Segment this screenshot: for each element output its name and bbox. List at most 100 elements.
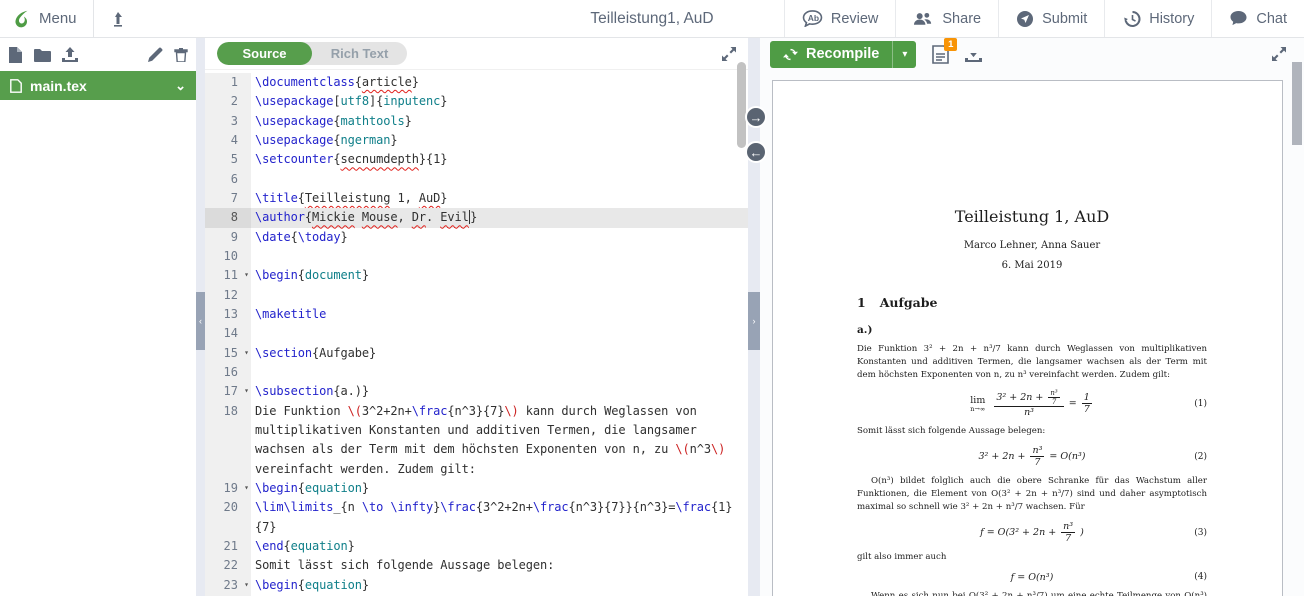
line-number[interactable]: 21: [205, 537, 251, 556]
download-pdf-icon: [965, 46, 982, 62]
line-number[interactable]: 8: [205, 208, 251, 227]
code-line[interactable]: 2\usepackage[utf8]{inputenc}: [205, 92, 748, 111]
pdf-section-heading: 1Aufgabe: [857, 295, 1207, 310]
recompile-button[interactable]: Recompile: [770, 41, 892, 68]
compile-log-button[interactable]: 1: [932, 45, 949, 64]
code-line[interactable]: 17▾\subsection{a.)}: [205, 382, 748, 401]
code-line[interactable]: 19▾\begin{equation}: [205, 479, 748, 498]
code-line[interactable]: 12: [205, 286, 748, 305]
recompile-dropdown-button[interactable]: ▾: [892, 41, 916, 68]
submit-button[interactable]: Submit: [998, 0, 1104, 37]
upload-file-button[interactable]: [62, 47, 78, 62]
line-number[interactable]: 15▾: [205, 344, 251, 363]
equation-number: (2): [1194, 452, 1207, 462]
share-button[interactable]: Share: [895, 0, 998, 37]
editor-scrollbar[interactable]: [737, 62, 746, 148]
line-number[interactable]: 19▾: [205, 479, 251, 498]
sync-to-code-button[interactable]: ←: [745, 141, 767, 163]
tab-source[interactable]: Source: [217, 42, 312, 65]
rename-pencil-icon: [148, 47, 163, 62]
tab-rich-text[interactable]: Rich Text: [312, 42, 407, 65]
line-number[interactable]: 3: [205, 112, 251, 131]
left-pane-resizer[interactable]: ‹: [196, 38, 205, 596]
code-line[interactable]: 11▾\begin{document}: [205, 266, 748, 285]
code-line[interactable]: 22Somit lässt sich folgende Aussage bele…: [205, 556, 748, 575]
editor-fullscreen-button[interactable]: [722, 47, 736, 61]
pdf-page[interactable]: Teilleistung 1, AuD Marco Lehner, Anna S…: [772, 80, 1283, 596]
code-line[interactable]: 8\author{Mickie Mouse, Dr. Evil}: [205, 208, 748, 227]
collapse-left-handle[interactable]: ‹: [196, 292, 205, 350]
svg-text:Ab: Ab: [808, 13, 819, 23]
delete-button[interactable]: [174, 47, 188, 62]
file-item-main-tex[interactable]: main.tex ⌄: [0, 71, 196, 100]
line-number[interactable]: 18: [205, 402, 251, 479]
fold-caret-icon[interactable]: ▾: [244, 483, 249, 492]
review-bubble-icon: Ab: [802, 10, 823, 27]
line-number[interactable]: 6: [205, 170, 251, 189]
code-line[interactable]: 13\maketitle: [205, 305, 748, 324]
code-line[interactable]: 7\title{Teilleistung 1, AuD}: [205, 189, 748, 208]
fold-caret-icon[interactable]: ▾: [244, 270, 249, 279]
code-line[interactable]: 18Die Funktion \(3^2+2n+\frac{n^3}{7}\) …: [205, 402, 748, 479]
line-number[interactable]: 2: [205, 92, 251, 111]
fold-caret-icon[interactable]: ▾: [244, 580, 249, 589]
upload-arrow-icon: [110, 11, 126, 27]
equation-number: (1): [1194, 399, 1207, 409]
code-line[interactable]: 1\documentclass{article}: [205, 73, 748, 92]
menu-button[interactable]: Menu: [0, 0, 93, 37]
line-number[interactable]: 12: [205, 286, 251, 305]
code-line[interactable]: 14: [205, 324, 748, 343]
new-file-button[interactable]: [8, 47, 23, 63]
pdf-scrollbar[interactable]: [1292, 62, 1302, 145]
code-line[interactable]: 15▾\section{Aufgabe}: [205, 344, 748, 363]
upload-file-icon: [62, 47, 78, 62]
upload-project-button[interactable]: [94, 0, 142, 37]
recompile-button-group: Recompile ▾: [770, 41, 916, 68]
collapse-right-handle[interactable]: ›: [748, 292, 760, 350]
pdf-fullscreen-button[interactable]: [1272, 47, 1294, 61]
editor-mode-toggle: Source Rich Text: [217, 42, 407, 65]
line-number[interactable]: 5: [205, 150, 251, 169]
line-number[interactable]: 1: [205, 73, 251, 92]
line-number[interactable]: 10: [205, 247, 251, 266]
fold-caret-icon[interactable]: ▾: [244, 348, 249, 357]
line-number[interactable]: 20: [205, 498, 251, 537]
line-number[interactable]: 13: [205, 305, 251, 324]
fold-caret-icon[interactable]: ▾: [244, 386, 249, 395]
file-icon: [10, 79, 22, 93]
review-button[interactable]: Ab Review: [784, 0, 896, 37]
code-line[interactable]: 16: [205, 363, 748, 382]
line-number[interactable]: 14: [205, 324, 251, 343]
code-line[interactable]: 4\usepackage{ngerman}: [205, 131, 748, 150]
chevron-down-icon[interactable]: ⌄: [175, 78, 186, 94]
code-line[interactable]: 9\date{\today}: [205, 228, 748, 247]
line-number[interactable]: 23▾: [205, 576, 251, 595]
expand-diagonal-icon: [1272, 47, 1286, 61]
history-button[interactable]: History: [1104, 0, 1211, 37]
code-line[interactable]: 21\end{equation}: [205, 537, 748, 556]
log-warning-badge: 1: [944, 38, 957, 51]
pdf-equation-3: f = O(3² + 2n + n³7 ) (3): [857, 521, 1207, 544]
line-number[interactable]: 22: [205, 556, 251, 575]
chat-button[interactable]: Chat: [1211, 0, 1304, 37]
sync-to-pdf-button[interactable]: →: [745, 106, 767, 128]
pdf-paragraph: Die Funktion 3² + 2n + n³/7 kann durch W…: [857, 343, 1207, 382]
pdf-preview-pane: Recompile ▾ 1 Teilleistun: [760, 38, 1304, 596]
download-pdf-button[interactable]: [965, 46, 982, 62]
line-number[interactable]: 16: [205, 363, 251, 382]
code-line[interactable]: 3\usepackage{mathtools}: [205, 112, 748, 131]
line-number[interactable]: 11▾: [205, 266, 251, 285]
code-line[interactable]: 23▾\begin{equation}: [205, 576, 748, 595]
line-number[interactable]: 4: [205, 131, 251, 150]
code-line[interactable]: 5\setcounter{secnumdepth}{1}: [205, 150, 748, 169]
line-number[interactable]: 9: [205, 228, 251, 247]
line-number[interactable]: 7: [205, 189, 251, 208]
source-editor-pane: Source Rich Text 1\documentclass{article…: [205, 38, 748, 596]
code-lines[interactable]: 1\documentclass{article}2\usepackage[utf…: [205, 70, 748, 596]
new-folder-button[interactable]: [34, 48, 51, 62]
code-line[interactable]: 20\lim\limits_{n \to \infty}\frac{3^2+2n…: [205, 498, 748, 537]
line-number[interactable]: 17▾: [205, 382, 251, 401]
code-line[interactable]: 10: [205, 247, 748, 266]
rename-button[interactable]: [148, 47, 163, 62]
code-line[interactable]: 6: [205, 170, 748, 189]
